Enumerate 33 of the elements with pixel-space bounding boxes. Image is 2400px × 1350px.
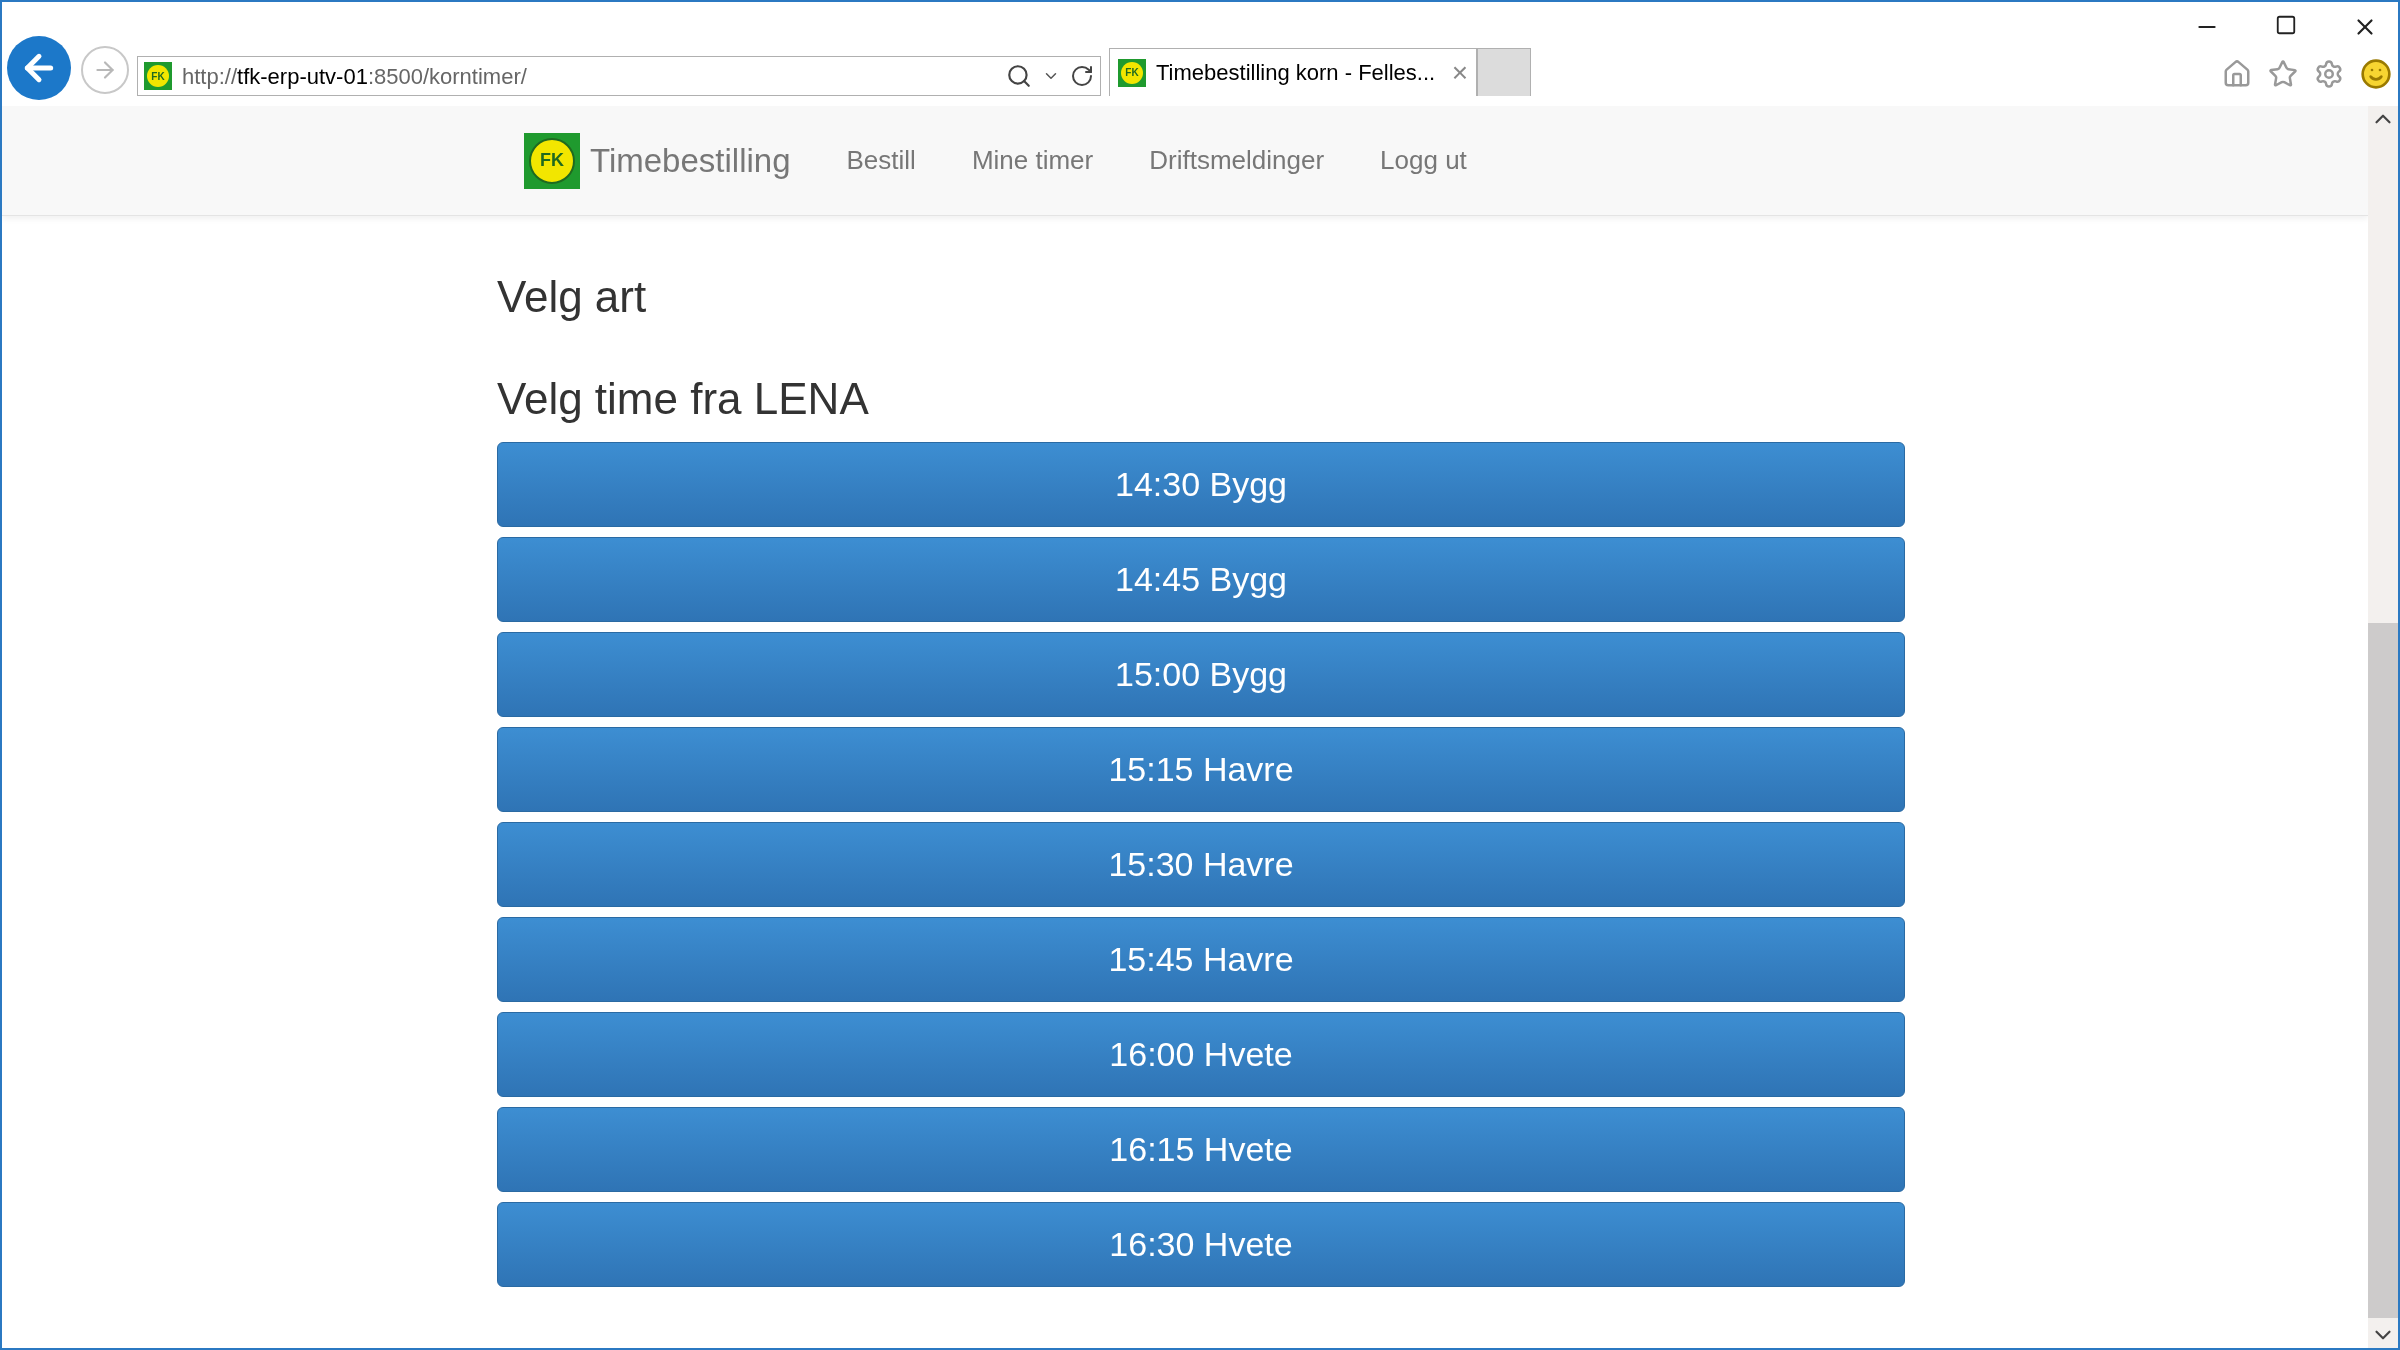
smiley-icon[interactable] <box>2360 58 2392 90</box>
browser-tab[interactable]: FK Timebestilling korn - Felles... × <box>1109 48 1477 96</box>
scrollbar-thumb[interactable] <box>2368 623 2398 1318</box>
time-slot-button[interactable]: 16:30 Hvete <box>497 1202 1905 1287</box>
section-heading: Velg time fra LENA <box>497 373 870 425</box>
nav-link[interactable]: Mine timer <box>971 141 1094 180</box>
section-heading: Velg art <box>497 271 648 323</box>
home-icon[interactable] <box>2222 59 2252 89</box>
nav-link[interactable]: Bestill <box>846 141 916 180</box>
refresh-icon[interactable] <box>1070 64 1094 88</box>
time-slot-button[interactable]: 15:30 Havre <box>497 822 1905 907</box>
address-bar[interactable]: FK http://tfk-erp-utv-01:8500/korntimer/ <box>137 56 1101 96</box>
nav-link[interactable]: Driftsmeldinger <box>1149 141 1325 180</box>
time-slot-button[interactable]: 15:15 Havre <box>497 727 1905 812</box>
time-slot-button[interactable]: 15:45 Havre <box>497 917 1905 1002</box>
site-logo-icon: FK <box>1118 58 1146 87</box>
time-slot-button[interactable]: 15:00 Bygg <box>497 632 1905 717</box>
site-logo-icon: FK <box>144 62 172 90</box>
url-text: http://tfk-erp-utv-01:8500/korntimer/ <box>182 62 528 91</box>
search-icon[interactable] <box>1006 63 1032 89</box>
maximize-icon[interactable] <box>2275 14 2297 36</box>
brand-link[interactable]: Timebestilling <box>590 135 791 186</box>
scrollbar[interactable] <box>2368 106 2398 1348</box>
star-icon[interactable] <box>2268 59 2298 89</box>
time-slot-button[interactable]: 16:15 Hvete <box>497 1107 1905 1192</box>
settings-icon[interactable] <box>2314 59 2344 89</box>
logo-icon: FK <box>524 132 580 189</box>
time-slot-button[interactable]: 14:45 Bygg <box>497 537 1905 622</box>
tab-close-button[interactable]: × <box>1451 51 1468 94</box>
nav-link[interactable]: Logg ut <box>1380 141 1467 180</box>
time-slot-button[interactable]: 16:00 Hvete <box>497 1012 1905 1097</box>
time-slot-button[interactable]: 14:30 Bygg <box>497 442 1905 527</box>
tab-title: Timebestilling korn - Felles... <box>1156 59 1436 87</box>
